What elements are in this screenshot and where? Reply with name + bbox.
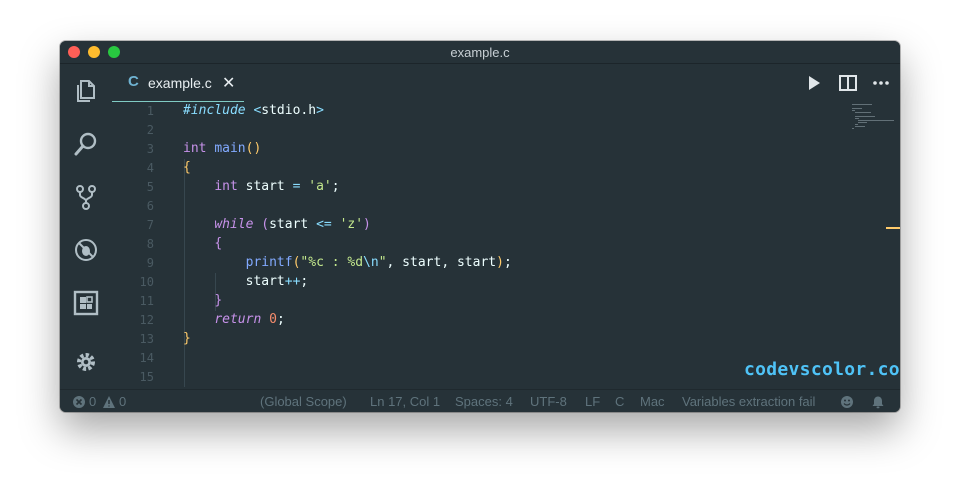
code-line: 1 #include <stdio.h>: [112, 102, 842, 121]
code-line: 10 start++;: [112, 273, 842, 292]
code-line: 9 printf("%c : %d\n", start, start);: [112, 254, 842, 273]
indentation[interactable]: Spaces: 4: [455, 394, 513, 409]
line-number: 6: [146, 199, 154, 213]
line-number: 4: [146, 161, 154, 175]
code-text: while (start <= 'z'): [214, 217, 371, 232]
line-number: 3: [146, 142, 154, 156]
line-ending[interactable]: LF: [585, 394, 600, 409]
scope-indicator[interactable]: (Global Scope): [260, 394, 347, 409]
debug-icon[interactable]: [73, 237, 99, 263]
scrollbar-cursor-marker: [886, 227, 900, 229]
editor-window: example.c C example.c ✕ 1 #include <stdi…: [60, 41, 900, 412]
line-number: 13: [139, 332, 154, 346]
code-line: 13 }: [112, 330, 842, 349]
tab-example-c[interactable]: C example.c ✕: [112, 64, 244, 103]
run-icon[interactable]: [804, 73, 824, 93]
tab-label: example.c: [148, 75, 212, 91]
error-count[interactable]: 0: [89, 394, 96, 409]
code-text: {: [183, 160, 191, 175]
warning-icon[interactable]: [102, 395, 116, 409]
activity-bar: [60, 64, 112, 389]
code-text: int main(): [183, 141, 262, 156]
line-number: 10: [139, 275, 154, 289]
error-icon[interactable]: [72, 395, 86, 409]
code-text: int start = 'a';: [214, 179, 340, 194]
extensions-icon[interactable]: [73, 290, 99, 316]
source-control-icon[interactable]: [73, 184, 99, 210]
minimap[interactable]: [850, 102, 900, 162]
code-line: 3 int main(): [112, 140, 842, 159]
explorer-icon[interactable]: [73, 78, 99, 104]
line-number: 9: [146, 256, 154, 270]
line-number: 8: [146, 237, 154, 251]
close-tab-icon[interactable]: ✕: [222, 73, 235, 93]
settings-icon[interactable]: [73, 349, 99, 375]
warning-count[interactable]: 0: [119, 394, 126, 409]
line-number: 1: [146, 104, 154, 118]
line-number: 11: [139, 294, 154, 308]
line-number: 7: [146, 218, 154, 232]
encoding[interactable]: UTF-8: [530, 394, 567, 409]
line-number: 14: [139, 351, 154, 365]
code-text: }: [214, 293, 223, 308]
title-bar: example.c: [60, 41, 900, 64]
code-line: 7 while (start <= 'z'): [112, 216, 842, 235]
line-number: 2: [146, 123, 154, 137]
code-line: 8 {: [112, 235, 842, 254]
code-line: 14: [112, 349, 842, 368]
more-actions-icon[interactable]: [871, 73, 891, 93]
notifications-bell-icon[interactable]: [871, 395, 885, 409]
language-mode[interactable]: C: [615, 394, 624, 409]
c-language-icon: C: [128, 73, 139, 90]
cursor-position[interactable]: Ln 17, Col 1: [370, 394, 440, 409]
code-text: {: [214, 236, 223, 251]
code-line: 6: [112, 197, 842, 216]
search-icon[interactable]: [73, 131, 99, 157]
code-line: 15: [112, 368, 842, 387]
code-text: printf("%c : %d\n", start, start);: [245, 255, 512, 270]
code-text: start++;: [183, 274, 309, 289]
feedback-smiley-icon[interactable]: [840, 395, 854, 409]
code-text: }: [183, 331, 191, 346]
tab-bar: C example.c ✕: [112, 64, 900, 103]
line-number: 15: [139, 370, 154, 384]
code-text: return 0;: [214, 312, 285, 327]
code-line: 2: [112, 121, 842, 140]
code-line: 12 return 0;: [112, 311, 842, 330]
split-editor-icon[interactable]: [838, 73, 858, 93]
watermark: codevscolor.com: [744, 359, 900, 380]
status-bar: 0 0 (Global Scope) Ln 17, Col 1 Spaces: …: [60, 389, 900, 412]
line-number: 12: [139, 313, 154, 327]
code-text: #include <stdio.h>: [183, 103, 324, 118]
code-line: 5 int start = 'a';: [112, 178, 842, 197]
code-editor[interactable]: 1 #include <stdio.h> 2 3 int main() 4 { …: [112, 102, 900, 389]
status-message: Variables extraction fail: [682, 394, 816, 409]
code-line: 4 {: [112, 159, 842, 178]
code-line: 11 }: [112, 292, 842, 311]
platform[interactable]: Mac: [640, 394, 665, 409]
line-number: 5: [146, 180, 154, 194]
window-title: example.c: [450, 45, 510, 60]
